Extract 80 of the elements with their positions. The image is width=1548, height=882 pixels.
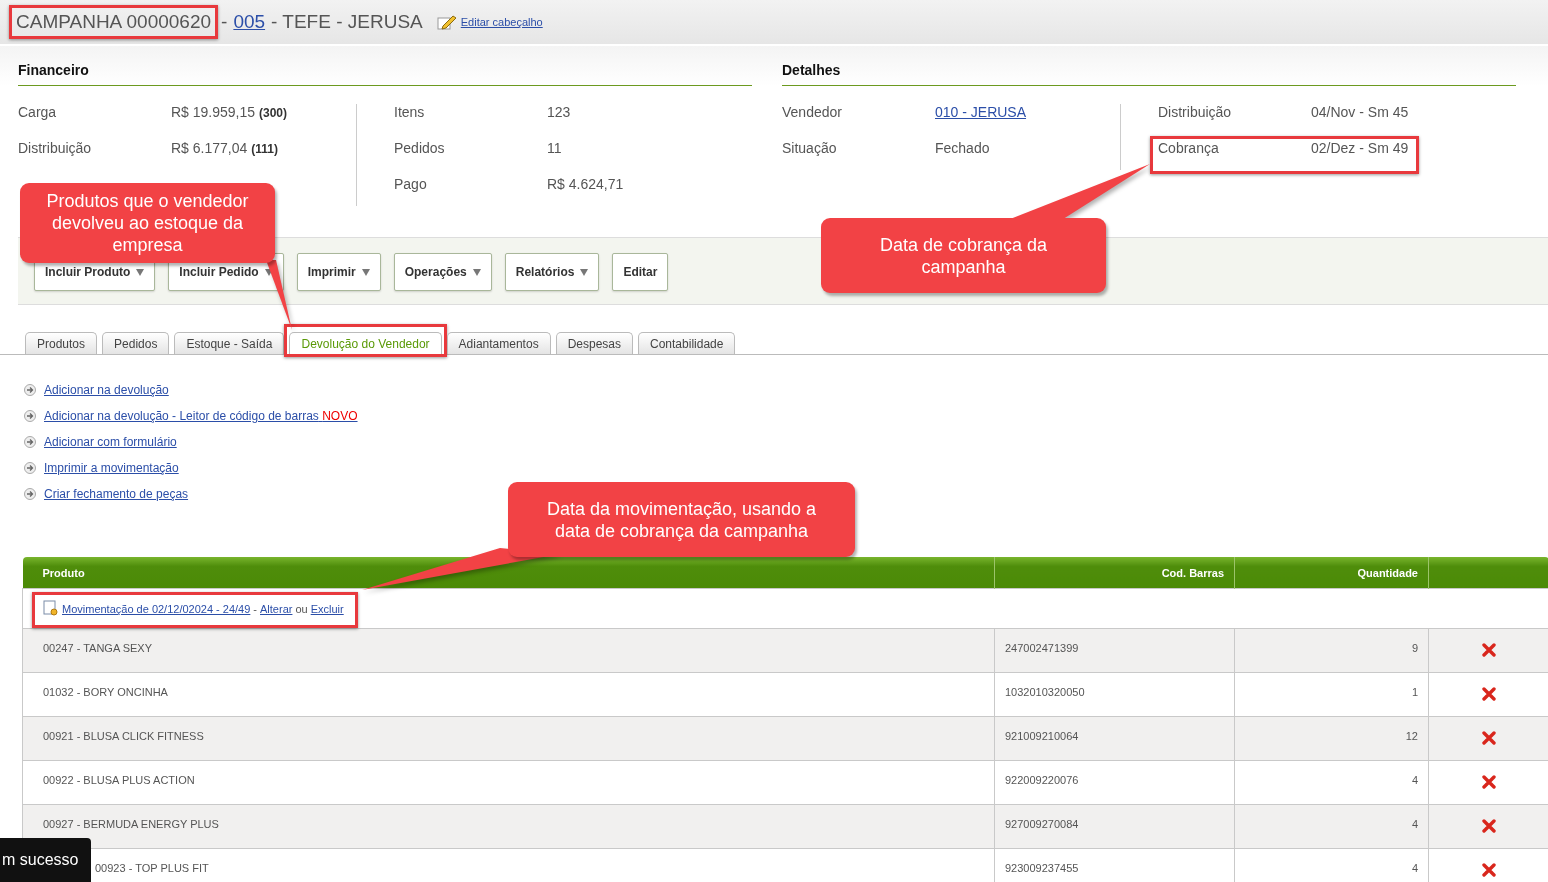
quantity-cell: 4 [1234,804,1429,849]
tab[interactable]: Estoque - Saída [174,332,285,354]
action-link[interactable]: Adicionar na devolução - Leitor de código de barras NOVO [44,409,358,423]
field-label: Vendedor [782,104,843,122]
action-link[interactable]: Adicionar com formulário [44,435,177,449]
document-gear-icon [43,600,59,616]
action-link[interactable]: Criar fechamento de peças [44,487,189,501]
column-header: Cod. Barras [994,557,1235,589]
tab[interactable]: Produtos [25,332,98,354]
quantity-cell: 4 [1234,760,1429,805]
tab[interactable]: Contabilidade [638,332,736,354]
delete-x-icon[interactable] [1481,643,1496,657]
title-separator: - [221,11,228,33]
field-label: Distribuição [1158,104,1233,122]
callout-pointer [266,260,292,330]
barcode-cell: 247002471399 [994,628,1235,673]
field-value: 11 [547,140,562,158]
field-value: 04/Nov - Sm 45 [1311,104,1409,122]
toolbar-button[interactable]: Operações [393,253,492,291]
arrow-circle-icon [24,410,36,422]
tab[interactable]: Adiantamentos [446,332,551,354]
field-value: R$ 19.959,15 (300) [171,104,287,122]
arrow-circle-icon [24,488,36,500]
field-value: Fechado [935,140,990,158]
delete-link[interactable]: Excluir [310,603,344,615]
field-label: Pago [394,176,428,194]
action-link[interactable]: Adicionar na devolução [44,383,169,397]
barcode-cell: 927009270084 [994,804,1235,849]
barcode-cell: 1032010320050 [994,672,1235,717]
seller-link[interactable]: 010 - JERUSA [935,104,1027,140]
movement-link[interactable]: Movimentação de 02/12/02024 - 24/49 [62,603,251,615]
field-label: Pedidos [394,140,446,158]
action-link[interactable]: Imprimir a movimentação [44,461,179,475]
quantity-cell: 9 [1234,628,1429,673]
toolbar-button[interactable]: Editar [612,253,669,291]
arrow-circle-icon [24,384,36,396]
delete-x-icon[interactable] [1481,775,1496,789]
section-title: Financeiro [18,60,752,86]
campaign-name: - TEFE - JERUSA [271,11,423,33]
success-toast: m sucesso [0,838,91,882]
field-value: R$ 6.177,04 (111) [171,140,278,158]
tab[interactable]: Devolução do Vendedor [289,332,442,355]
delete-x-icon[interactable] [1481,731,1496,745]
edit-pencil-icon[interactable] [436,14,457,30]
barcode-cell: 921009210064 [994,716,1235,761]
field-value: 123 [547,104,571,122]
field-label: Cobrança [1158,140,1220,158]
field-label: Distribuição [18,140,93,158]
delete-x-icon[interactable] [1481,863,1496,877]
arrow-circle-icon [24,462,36,474]
field-label: Itens [394,104,426,122]
column-header: Produto [22,557,995,589]
quantity-cell: 12 [1234,716,1429,761]
campaign-title: CAMPANHA 00000620 [16,11,212,32]
product-cell: 00927 - BERMUDA ENERGY PLUS [22,804,995,849]
separator-text: - [253,603,258,615]
callout-tooltip: Produtos que o vendedor devolveu ao estoque da empresa [20,183,275,263]
delete-x-icon[interactable] [1481,819,1496,833]
field-value: 02/Dez - Sm 49 [1311,140,1409,158]
product-cell: 01032 - BORY ONCINHA [22,672,995,717]
quantity-cell: 1 [1234,672,1429,717]
product-cell: 00922 - BLUSA PLUS ACTION [22,760,995,805]
tab[interactable]: Pedidos [102,332,170,354]
section-title: Detalhes [782,60,1516,86]
column-header: Quantidade [1234,557,1429,589]
field-label: Situação [782,140,838,158]
product-cell: 00921 - BLUSA CLICK FITNESS [22,716,995,761]
product-cell: 00247 - TANGA SEXY [22,628,995,673]
barcode-cell: 922009220076 [994,760,1235,805]
campaign-number-link[interactable]: 005 [233,11,266,33]
toolbar-button[interactable]: Relatórios [504,253,600,291]
tab[interactable]: Despesas [555,332,633,354]
delete-x-icon[interactable] [1481,687,1496,701]
toolbar-button[interactable]: Imprimir [296,253,381,291]
edit-link[interactable]: Alterar [260,603,293,615]
field-label: Carga [18,104,58,122]
field-value: R$ 4.624,71 [547,176,624,194]
edit-header-link[interactable]: Editar cabeçalho [460,16,543,28]
arrow-circle-icon [24,436,36,448]
conjunction-text: ou [295,603,308,615]
